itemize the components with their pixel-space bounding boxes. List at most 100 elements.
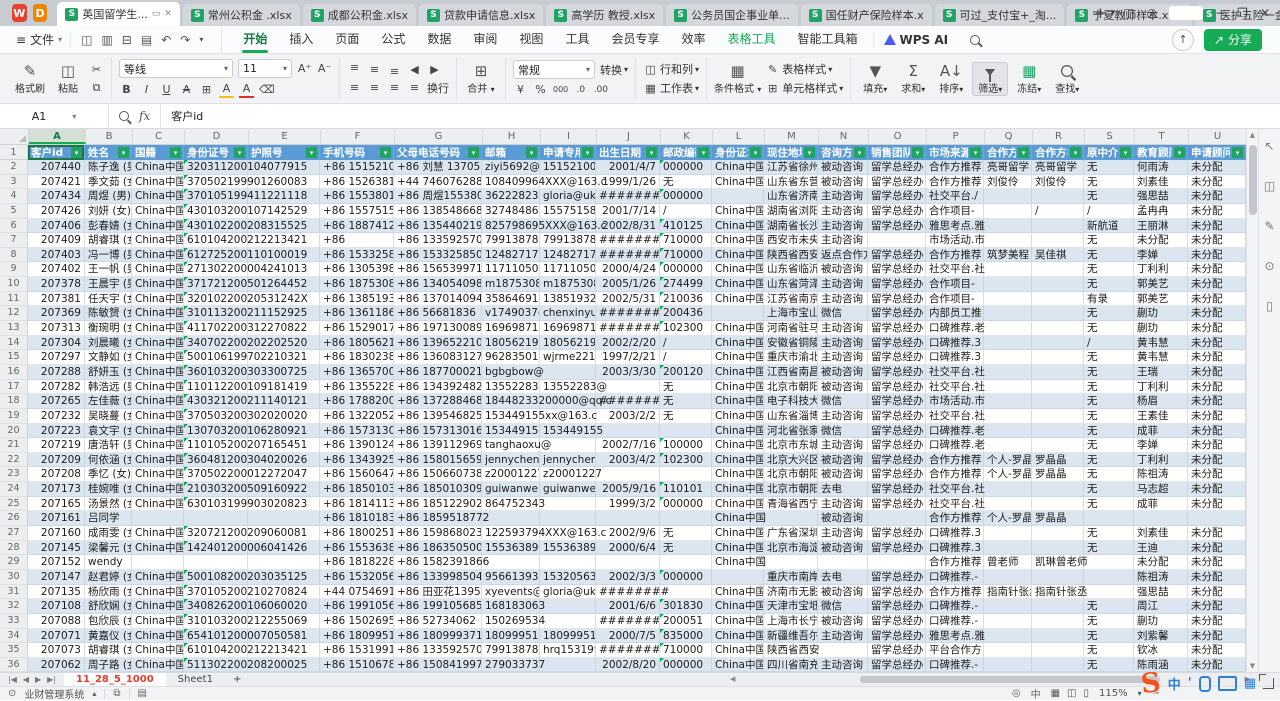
align-middle-icon[interactable]: ≡: [367, 62, 382, 77]
cell[interactable]: /: [660, 336, 712, 351]
cell[interactable]: China中国: [712, 175, 764, 190]
cell[interactable]: 周煜 (男): [85, 189, 132, 204]
align-left-icon[interactable]: ≡: [347, 80, 362, 95]
filter-dropdown-icon[interactable]: ▾: [854, 147, 865, 158]
cell[interactable]: 陈祖涛: [1134, 570, 1188, 585]
row-number[interactable]: 24: [0, 482, 28, 497]
cell[interactable]: 主动咨询: [818, 233, 868, 248]
cell[interactable]: 成雨雯 (女): [85, 526, 132, 541]
cell[interactable]: 000000: [660, 189, 712, 204]
cell[interactable]: 留学总经办: [868, 160, 926, 175]
cell[interactable]: China中国: [132, 570, 184, 585]
row-number[interactable]: 8: [0, 248, 28, 263]
cell[interactable]: China中国: [712, 262, 764, 277]
cell[interactable]: [540, 555, 596, 570]
header-cell-Q[interactable]: 合作方公▾: [984, 145, 1032, 160]
justify-icon[interactable]: ≡: [407, 80, 422, 95]
column-letter-L[interactable]: L: [713, 129, 765, 144]
export-icon[interactable]: ▥: [101, 33, 112, 47]
cell[interactable]: 710000: [660, 248, 712, 263]
cell[interactable]: 130703200106280921: [184, 424, 248, 439]
fill-color-icon[interactable]: A: [219, 81, 234, 98]
cell[interactable]: [1188, 511, 1246, 526]
vertical-scroll-thumb[interactable]: [1249, 145, 1257, 215]
cell[interactable]: 被动咨询: [818, 614, 868, 629]
cell[interactable]: [984, 599, 1032, 614]
horizontal-scroll-thumb[interactable]: [860, 676, 1160, 683]
align-right-icon[interactable]: ≡: [387, 80, 402, 95]
cell[interactable]: 北京市海淀: [764, 541, 818, 556]
cell[interactable]: 济南市无影: [764, 585, 818, 600]
cell[interactable]: +86 18302388: [320, 350, 394, 365]
cell[interactable]: [1134, 511, 1188, 526]
filter-dropdown-icon[interactable]: ▾: [646, 147, 657, 158]
format-painter-button[interactable]: ✎ 格式刷: [13, 63, 47, 95]
header-cell-B[interactable]: 姓名▾: [85, 145, 132, 160]
cell[interactable]: 江西省南昌: [764, 365, 818, 380]
layout-switch-icon[interactable]: ◫: [1123, 6, 1134, 20]
file-tab[interactable]: S国任财产保险样本.x: [801, 4, 932, 26]
snapshot-tool-icon[interactable]: ▯: [1266, 299, 1273, 313]
cell[interactable]: 口碑推荐.3: [926, 541, 984, 556]
cell[interactable]: 207426: [28, 204, 85, 219]
cell[interactable]: 000000: [660, 570, 712, 585]
row-number[interactable]: 26: [0, 511, 28, 526]
cell[interactable]: 未分配: [1188, 409, 1246, 424]
cell[interactable]: 500108200203035125: [184, 570, 248, 585]
cell[interactable]: [660, 467, 712, 482]
cell[interactable]: +44 7460762888: [394, 175, 482, 190]
cell[interactable]: 207369: [28, 306, 85, 321]
last-sheet-icon[interactable]: ▶|: [47, 675, 56, 684]
cell[interactable]: 370105199411221118: [184, 189, 248, 204]
cell[interactable]: 未分配: [1188, 643, 1246, 658]
cell[interactable]: 117110505: [540, 262, 596, 277]
cell[interactable]: 2000/6/4: [596, 541, 660, 556]
cell[interactable]: [1032, 321, 1084, 336]
cell[interactable]: 956613934: [482, 570, 540, 585]
cell[interactable]: [184, 511, 248, 526]
cell[interactable]: China中国: [712, 497, 764, 512]
cell[interactable]: [984, 541, 1032, 556]
cell[interactable]: 169698712: [482, 321, 540, 336]
menu-tab-插入[interactable]: 插入: [278, 26, 324, 54]
cell[interactable]: +86 13053983: [320, 262, 394, 277]
column-letter-K[interactable]: K: [661, 129, 713, 144]
fx-icon[interactable]: fx: [139, 109, 150, 123]
cell[interactable]: 未分配: [1188, 175, 1246, 190]
cell[interactable]: 黄嘉仪 (女): [85, 629, 132, 644]
ime-chinese-mode-icon[interactable]: 中: [1168, 674, 1181, 693]
cell[interactable]: ########: [596, 248, 660, 263]
cell[interactable]: 被动咨询: [818, 175, 868, 190]
cell[interactable]: [868, 511, 926, 526]
header-cell-E[interactable]: 护照号▾: [248, 145, 320, 160]
share-button[interactable]: ↗ 分享: [1204, 29, 1262, 51]
cell[interactable]: China中国: [712, 467, 764, 482]
cell[interactable]: 亮哥留学: [984, 160, 1032, 175]
cell[interactable]: 指南针张丞: [984, 585, 1032, 600]
font-size-select[interactable]: 11 ▾: [238, 59, 292, 78]
cell[interactable]: 筑梦美程: [984, 248, 1032, 263]
cell[interactable]: [984, 570, 1032, 585]
paste-button[interactable]: ◫ 粘贴: [51, 63, 85, 95]
file-tab[interactable]: S高学历 教授.xlsx: [546, 4, 663, 26]
cell[interactable]: China中国: [132, 497, 184, 512]
row-number[interactable]: 14: [0, 336, 28, 351]
cell[interactable]: +86 15575158: [320, 204, 394, 219]
cell[interactable]: 凯琳曾老师: [1032, 555, 1084, 570]
sheet-tab-11_28_5_1000[interactable]: 11_28_5_1000: [64, 673, 166, 687]
cell[interactable]: 郭美艺: [1134, 277, 1188, 292]
cell[interactable]: 留学总经办: [868, 482, 926, 497]
cell[interactable]: 15320563@: [540, 570, 596, 585]
cell[interactable]: 被动咨询: [818, 380, 868, 395]
row-number[interactable]: 16: [0, 365, 28, 380]
cell[interactable]: [984, 394, 1032, 409]
align-bottom-icon[interactable]: ≡: [387, 64, 402, 79]
cell[interactable]: 未分配: [1188, 350, 1246, 365]
cell[interactable]: China中国: [712, 248, 764, 263]
cell[interactable]: 无: [1084, 467, 1134, 482]
cell[interactable]: China中国: [132, 248, 184, 263]
add-sheet-button[interactable]: +: [225, 674, 249, 685]
cell[interactable]: 杨眉: [1134, 394, 1188, 409]
cell[interactable]: [540, 658, 596, 672]
cell[interactable]: 无: [1084, 306, 1134, 321]
